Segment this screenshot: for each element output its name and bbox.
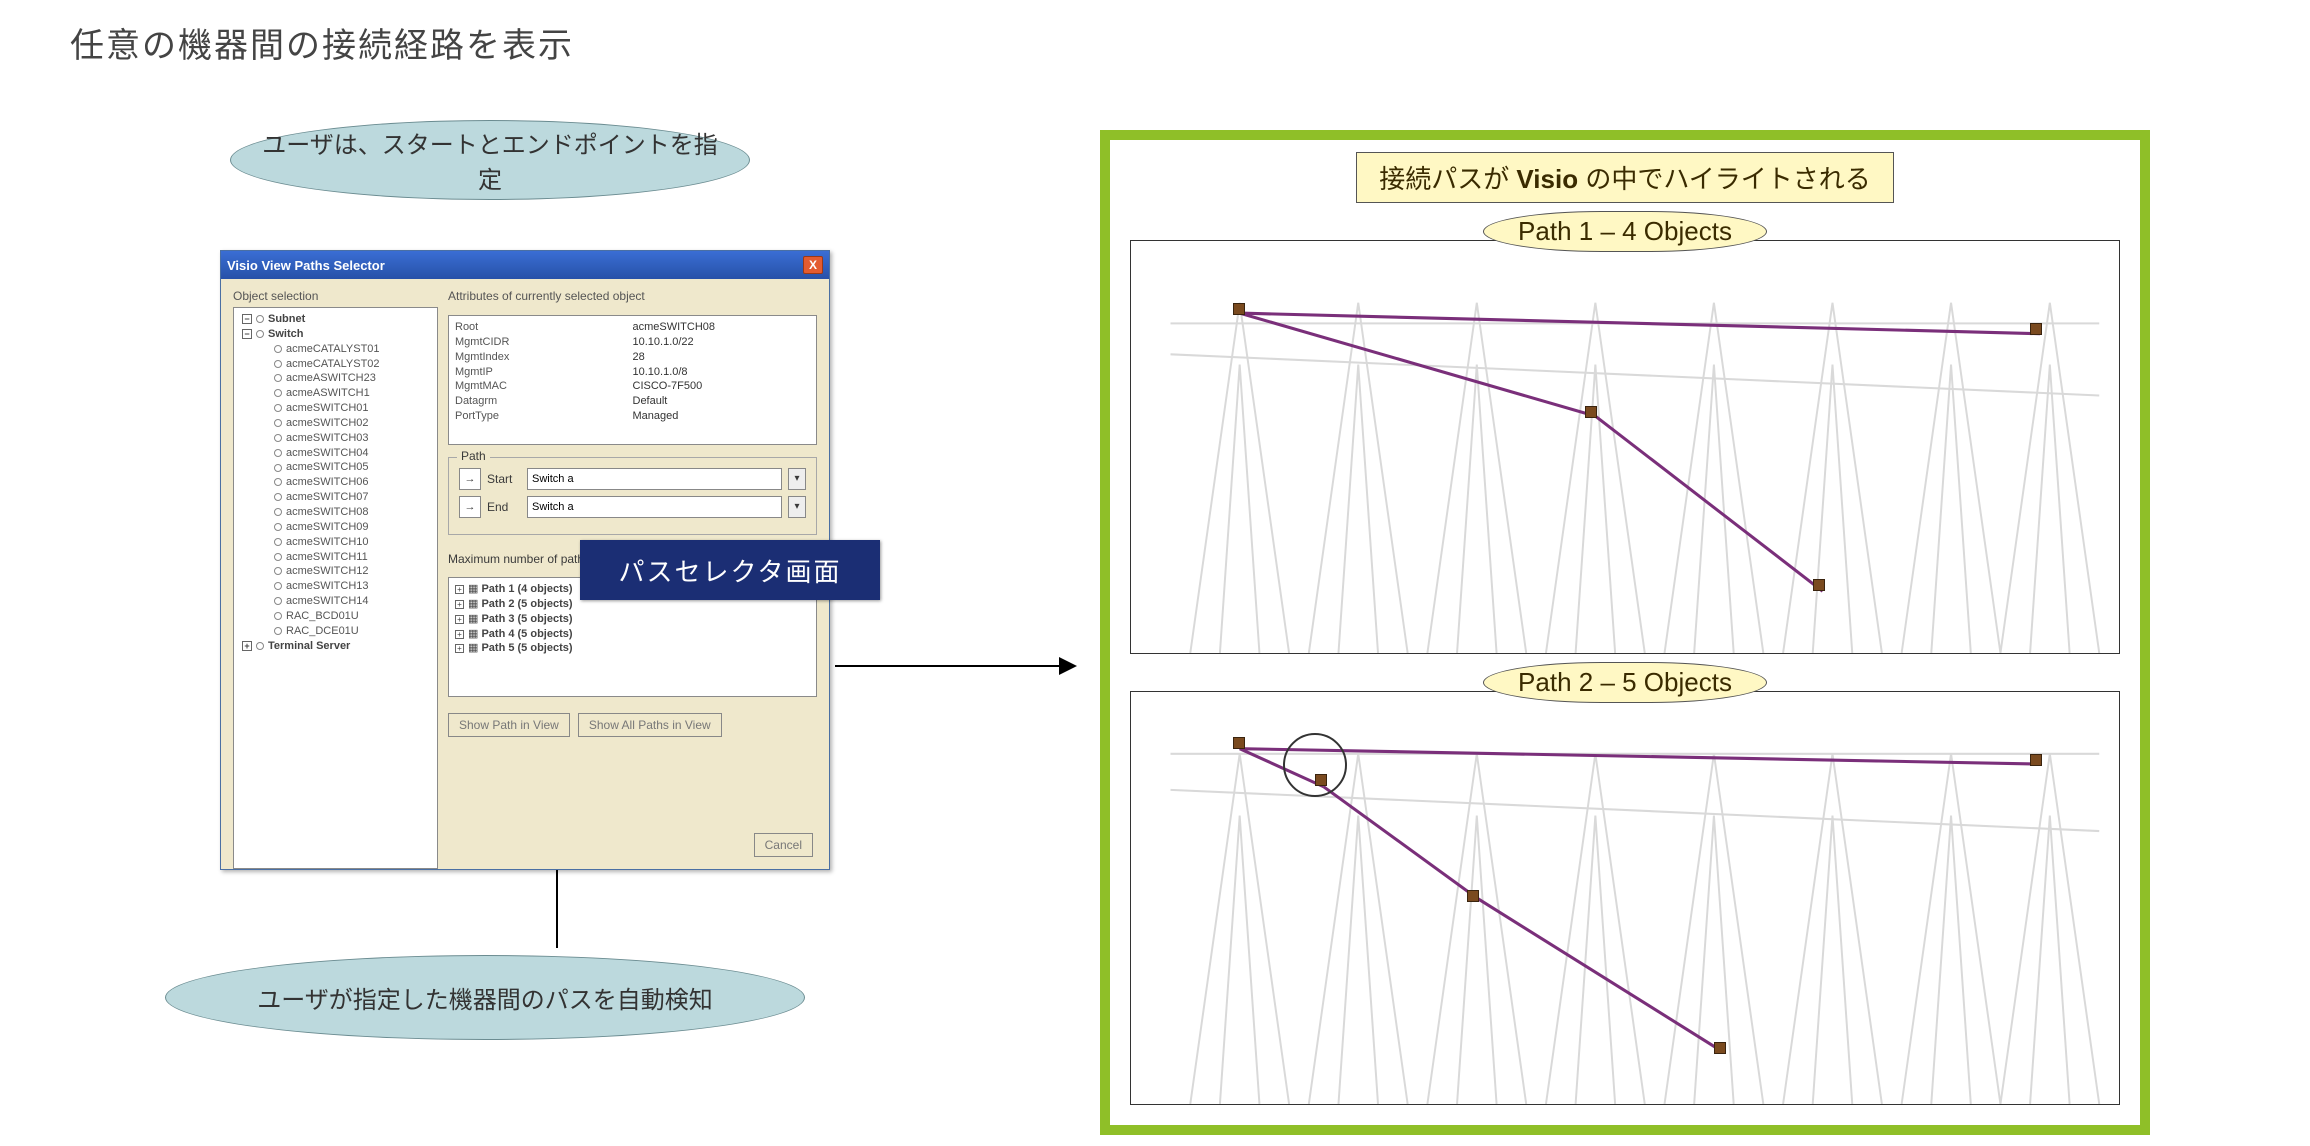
attr-value: CISCO-7F500	[633, 379, 811, 394]
tree-node[interactable]: acmeSWITCH05	[240, 460, 431, 475]
attr-key: PortType	[455, 409, 633, 424]
attributes-panel[interactable]: RootMgmtCIDRMgmtIndexMgmtIPMgmtMACDatagr…	[448, 315, 817, 445]
path2-node	[1467, 890, 1479, 902]
tree-node[interactable]: −Switch	[240, 327, 431, 342]
path-selector-overlay-label: パスセレクタ画面	[580, 540, 880, 600]
tree-node[interactable]: acmeSWITCH03	[240, 431, 431, 446]
start-assign-button[interactable]: →	[459, 468, 481, 490]
dialog-title: Visio View Paths Selector	[227, 258, 385, 273]
path1-node	[1585, 406, 1597, 418]
path2-node	[1233, 737, 1245, 749]
start-label: Start	[487, 472, 521, 486]
tree-node[interactable]: acmeASWITCH1	[240, 386, 431, 401]
banner-pre: 接続パスが	[1379, 164, 1516, 194]
attr-key: MgmtMAC	[455, 379, 633, 394]
tree-node[interactable]: acmeSWITCH10	[240, 535, 431, 550]
page-title: 任意の機器間の接続経路を表示	[70, 18, 574, 67]
path1-node	[2030, 323, 2042, 335]
path1-topology	[1131, 241, 2119, 653]
tree-node[interactable]: acmeSWITCH11	[240, 550, 431, 565]
tree-node[interactable]: acmeSWITCH07	[240, 490, 431, 505]
attr-value: Default	[633, 394, 811, 409]
end-dropdown-icon[interactable]: ▾	[788, 496, 806, 518]
tree-node[interactable]: acmeSWITCH12	[240, 564, 431, 579]
attr-value: 10.10.1.0/8	[633, 365, 811, 380]
tree-node[interactable]: acmeSWITCH01	[240, 401, 431, 416]
tree-node[interactable]: RAC_DCE01U	[240, 624, 431, 639]
dialog-titlebar[interactable]: Visio View Paths Selector X	[221, 251, 829, 279]
path-group-legend: Path	[457, 449, 490, 463]
end-assign-button[interactable]: →	[459, 496, 481, 518]
path1-node	[1233, 303, 1245, 315]
callout-start-end: ユーザは、スタートとエンドポイントを指定	[230, 120, 750, 200]
path1-diagram	[1130, 240, 2120, 654]
attr-value: Managed	[633, 409, 811, 424]
object-tree[interactable]: −Subnet−SwitchacmeCATALYST01acmeCATALYST…	[233, 307, 438, 869]
path2-node	[1714, 1042, 1726, 1054]
show-all-paths-button[interactable]: Show All Paths in View	[578, 713, 722, 737]
path-result-row[interactable]: +▦ Path 3 (5 objects)	[455, 612, 810, 627]
tree-node[interactable]: acmeCATALYST01	[240, 342, 431, 357]
tree-node[interactable]: −Subnet	[240, 312, 431, 327]
attr-key: MgmtCIDR	[455, 335, 633, 350]
attributes-label: Attributes of currently selected object	[448, 289, 817, 303]
path2-label: Path 2 – 5 Objects	[1483, 662, 1767, 703]
attr-value: acmeSWITCH08	[633, 320, 811, 335]
path1-node	[1813, 579, 1825, 591]
visio-highlight-panel: 接続パスが Visio の中でハイライトされる Path 1 – 4 Objec…	[1100, 130, 2150, 1135]
path2-topology	[1131, 692, 2119, 1104]
attr-key: Root	[455, 320, 633, 335]
max-paths-label: Maximum number of paths	[448, 552, 590, 566]
cancel-button[interactable]: Cancel	[754, 833, 813, 857]
tree-node[interactable]: acmeSWITCH09	[240, 520, 431, 535]
attr-key: MgmtIP	[455, 365, 633, 380]
tree-node[interactable]: acmeASWITCH23	[240, 371, 431, 386]
attr-key: MgmtIndex	[455, 350, 633, 365]
highlight-circle-icon	[1283, 733, 1347, 797]
close-button[interactable]: X	[803, 256, 823, 274]
tree-node[interactable]: +Terminal Server	[240, 639, 431, 654]
attr-key: Datagrm	[455, 394, 633, 409]
path2-diagram	[1130, 691, 2120, 1105]
end-label: End	[487, 500, 521, 514]
callout-auto-detect: ユーザが指定した機器間のパスを自動検知	[165, 955, 805, 1040]
path-group: Path → Start ▾ → End ▾	[448, 457, 817, 535]
arrow-to-visio-icon	[835, 665, 1075, 667]
visio-banner: 接続パスが Visio の中でハイライトされる	[1356, 152, 1894, 203]
tree-node[interactable]: RAC_BCD01U	[240, 609, 431, 624]
banner-bold: Visio	[1516, 164, 1578, 194]
start-input[interactable]	[527, 468, 782, 490]
tree-node[interactable]: acmeSWITCH14	[240, 594, 431, 609]
tree-node[interactable]: acmeCATALYST02	[240, 357, 431, 372]
tree-node[interactable]: acmeSWITCH13	[240, 579, 431, 594]
attr-value: 10.10.1.0/22	[633, 335, 811, 350]
path-result-row[interactable]: +▦ Path 5 (5 objects)	[455, 641, 810, 656]
tree-node[interactable]: acmeSWITCH04	[240, 446, 431, 461]
show-path-button[interactable]: Show Path in View	[448, 713, 570, 737]
path-result-row[interactable]: +▦ Path 4 (5 objects)	[455, 627, 810, 642]
tree-node[interactable]: acmeSWITCH02	[240, 416, 431, 431]
attr-value: 28	[633, 350, 811, 365]
banner-post: の中でハイライトされる	[1578, 164, 1871, 194]
start-dropdown-icon[interactable]: ▾	[788, 468, 806, 490]
path2-node	[2030, 754, 2042, 766]
path1-label: Path 1 – 4 Objects	[1483, 211, 1767, 252]
tree-node[interactable]: acmeSWITCH06	[240, 475, 431, 490]
end-input[interactable]	[527, 496, 782, 518]
object-selection-label: Object selection	[233, 289, 438, 303]
tree-node[interactable]: acmeSWITCH08	[240, 505, 431, 520]
